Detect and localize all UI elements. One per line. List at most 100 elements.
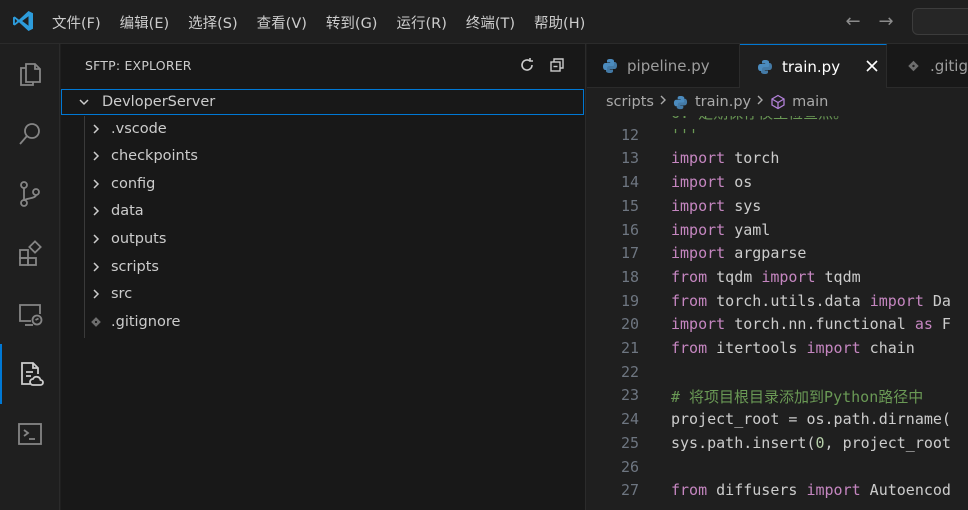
git-file-icon <box>89 315 103 329</box>
code-editor[interactable]: 11 6. 定期保存模型检查点。 12 ''' 13 import torch 14 impo… <box>587 116 968 510</box>
code-text: ''' <box>671 125 699 144</box>
code-text: 6. 定期保存模型检查点。 <box>671 116 848 123</box>
code-line: 26 <box>587 458 968 482</box>
menu-item[interactable]: 运行(R) <box>396 12 446 33</box>
git-file-icon <box>908 60 919 72</box>
code-text: from tqdm import tqdm <box>671 267 861 286</box>
code-line: 19 from torch.utils.data import Da <box>587 292 968 316</box>
tree-item-label: scripts <box>111 258 159 275</box>
code-text: import torch.nn.functional as F <box>671 315 951 334</box>
menu-item[interactable]: 选择(S) <box>188 12 238 33</box>
python-file-icon <box>758 59 772 74</box>
tab-pipeline-py[interactable]: pipeline.py <box>587 44 740 88</box>
line-number: 24 <box>620 410 639 429</box>
remote-explorer-icon[interactable] <box>0 284 60 344</box>
chevron-right-icon <box>89 149 103 163</box>
chevron-right-icon <box>659 94 668 110</box>
tree-folder[interactable]: src <box>61 281 584 308</box>
code-line: 24 project_root = os.path.dirname( <box>587 410 968 434</box>
code-line: 14 import os <box>587 173 968 197</box>
tree-file[interactable]: .gitignore <box>61 308 584 335</box>
code-text: import torch <box>671 149 780 168</box>
line-number: 23 <box>620 386 639 405</box>
command-center-search[interactable] <box>912 8 968 35</box>
code-line: 13 import torch <box>587 149 968 173</box>
chevron-right-icon <box>89 204 103 218</box>
tree-folder[interactable]: data <box>61 198 584 225</box>
collapse-all-icon[interactable] <box>547 55 567 75</box>
code-text: import argparse <box>671 244 807 263</box>
search-icon[interactable] <box>0 104 60 164</box>
code-line: 23 # 将项目根目录添加到Python路径中 <box>587 386 968 410</box>
tree-item-label: checkpoints <box>111 148 198 165</box>
line-number: 26 <box>620 457 639 476</box>
tree-item-label: .vscode <box>111 120 167 137</box>
menu-item[interactable]: 文件(F) <box>52 12 101 33</box>
extensions-icon[interactable] <box>0 224 60 284</box>
code-line: 20 import torch.nn.functional as F <box>587 315 968 339</box>
tree-item-label: outputs <box>111 230 167 247</box>
line-number: 21 <box>620 339 639 357</box>
line-number: 13 <box>620 149 639 168</box>
tab-gitignore[interactable]: .gitig <box>887 44 968 88</box>
code-line: 27 from diffusers import Autoencod <box>587 481 968 505</box>
line-number: 22 <box>620 362 639 381</box>
explorer-icon[interactable] <box>0 44 60 104</box>
chevron-right-icon <box>89 122 103 136</box>
tab-bar: pipeline.py train.py .gitig <box>587 44 968 88</box>
menu-bar: 文件(F) 编辑(E) 选择(S) 查看(V) 转到(G) 运行(R) 终端(T) 帮助(H) <box>52 0 604 44</box>
source-control-icon[interactable] <box>0 164 60 224</box>
tree-item-label: data <box>111 203 144 220</box>
menu-item[interactable]: 帮助(H) <box>534 12 585 33</box>
title-bar: 文件(F) 编辑(E) 选择(S) 查看(V) 转到(G) 运行(R) 终端(T) 帮助(H)… <box>0 0 968 44</box>
line-number: 14 <box>620 173 639 192</box>
tree-item-label: .gitignore <box>111 313 181 330</box>
terminal-icon[interactable] <box>0 404 60 464</box>
forward-arrow-icon[interactable]: → <box>876 12 896 32</box>
tree-folder[interactable]: config <box>61 170 584 197</box>
menu-item[interactable]: 编辑(E) <box>120 12 169 33</box>
vscode-logo-icon <box>13 11 33 31</box>
line-number: 19 <box>620 291 639 310</box>
tree-item-label: src <box>111 286 133 303</box>
python-file-icon <box>673 95 688 109</box>
tree-folder[interactable]: outputs <box>61 225 584 252</box>
tree-root-folder[interactable]: DevloperServer <box>61 89 584 115</box>
line-number: 18 <box>620 267 639 286</box>
menu-item[interactable]: 查看(V) <box>257 12 307 33</box>
code-line: 12 ''' <box>587 126 968 150</box>
code-line: 16 import yaml <box>587 221 968 245</box>
breadcrumb-file[interactable]: train.py <box>695 94 751 110</box>
code-line: 25 sys.path.insert(0, project_root <box>587 434 968 458</box>
chevron-right-icon <box>89 287 103 301</box>
chevron-right-icon <box>89 260 103 274</box>
tab-label: train.py <box>782 57 841 76</box>
line-number: 17 <box>620 244 639 263</box>
breadcrumb-folder[interactable]: scripts <box>606 94 654 110</box>
tree-folder[interactable]: .vscode <box>61 115 584 142</box>
code-text: from diffusers import Autoencod <box>671 481 951 500</box>
editor-area: pipeline.py train.py .gitig scripts trai… <box>587 44 968 510</box>
back-arrow-icon[interactable]: ← <box>843 12 863 32</box>
tree-folder[interactable]: scripts <box>61 253 584 280</box>
code-text: import yaml <box>671 220 771 239</box>
tab-train-py[interactable]: train.py <box>740 44 887 88</box>
tree-item-label: config <box>111 175 156 192</box>
code-text: # 将项目根目录添加到Python路径中 <box>671 388 924 407</box>
breadcrumb-symbol[interactable]: main <box>792 94 828 110</box>
line-number: 25 <box>620 433 639 452</box>
menu-item[interactable]: 终端(T) <box>466 12 515 33</box>
code-text: from itertools import chain <box>671 339 915 357</box>
code-line: 21 from itertools import chain <box>587 339 968 363</box>
tree-folder[interactable]: checkpoints <box>61 143 584 170</box>
code-text: sys.path.insert(0, project_root <box>671 433 951 452</box>
code-text: import sys <box>671 196 762 215</box>
close-icon[interactable] <box>863 57 881 75</box>
line-number: 12 <box>620 125 639 144</box>
line-number: 16 <box>620 220 639 239</box>
code-text: from torch.utils.data import Da <box>671 291 951 310</box>
refresh-icon[interactable] <box>517 55 537 75</box>
sftp-explorer-icon[interactable] <box>0 344 60 404</box>
code-line: 15 import sys <box>587 197 968 221</box>
menu-item[interactable]: 转到(G) <box>326 12 378 33</box>
